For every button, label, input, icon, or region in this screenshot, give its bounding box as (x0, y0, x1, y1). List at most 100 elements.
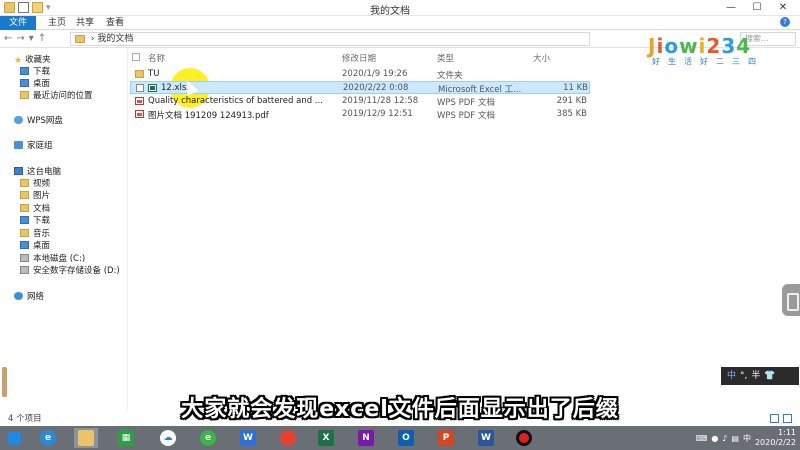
forward-arrow-icon[interactable]: → (16, 33, 24, 44)
desktop-icon (20, 241, 29, 249)
address-bar[interactable]: › 我的文档 (70, 32, 590, 46)
file-date: 2019/12/9 12:51 (342, 109, 413, 119)
start-button[interactable] (2, 428, 26, 448)
browser-icon: e (200, 430, 216, 446)
sidebar-item-recent[interactable]: 最近访问的位置 (20, 90, 93, 102)
file-size: 291 KB (556, 96, 587, 106)
sidebar-item-drive-d[interactable]: 安全数字存储设备 (D:) (20, 265, 120, 277)
document-folder-icon (20, 204, 29, 212)
drive-icon (20, 254, 29, 262)
breadcrumb-chevron: › (90, 34, 95, 44)
keyboard-icon[interactable]: ⌨ (696, 434, 708, 443)
file-type: Microsoft Excel 工... (438, 85, 522, 95)
chevron-down-icon[interactable]: ▾ (29, 33, 34, 44)
qq-icon[interactable]: ● (711, 434, 718, 443)
window-controls: — ☐ ✕ (718, 0, 796, 15)
taskbar-excel[interactable]: X (314, 428, 338, 448)
sidebar-item-videos[interactable]: 视频 (20, 178, 50, 190)
sidebar-item-pictures[interactable]: 图片 (20, 190, 50, 202)
folder-icon (135, 70, 144, 78)
sd-card-icon (20, 266, 29, 274)
ime-punctuation[interactable]: °, (740, 367, 747, 385)
folder-icon[interactable] (4, 2, 15, 13)
volume-icon[interactable]: ♪ (722, 434, 727, 443)
sidebar-item-homegroup[interactable]: 家庭组 (14, 140, 53, 152)
taskbar-explorer[interactable] (74, 428, 98, 448)
taskbar-chrome[interactable] (276, 428, 300, 448)
tab-share[interactable]: 共享 (70, 16, 100, 30)
taskbar-360-browser[interactable]: e (196, 428, 220, 448)
brand-name: Jiowi234 (648, 34, 752, 58)
ime-toolbar[interactable]: 中 °, 半 👕 (721, 367, 799, 385)
taskbar-word[interactable]: W (474, 428, 498, 448)
maximize-button[interactable]: ☐ (744, 0, 770, 15)
file-row-selected[interactable]: 12.xlsx 2020/2/22 0:08 Microsoft Excel 工… (130, 81, 590, 95)
taskbar-store[interactable]: ▦ (114, 428, 138, 448)
wps-icon: W (240, 430, 256, 446)
clock-time: 1:11 (778, 428, 796, 437)
sidebar-item-pc-downloads[interactable]: 下载 (20, 215, 50, 227)
column-header-name[interactable]: 名称 (148, 52, 165, 64)
taskbar-powerpoint[interactable]: P (434, 428, 458, 448)
taskbar-ie[interactable]: e (36, 428, 60, 448)
taskbar-baidu-netdisk[interactable]: ☁ (156, 428, 180, 448)
item-count: 4 个项目 (8, 414, 42, 424)
dropdown-arrow-icon[interactable]: ▾ (46, 3, 51, 13)
clock[interactable]: 1:11 2020/2/22 (755, 428, 796, 448)
close-button[interactable]: ✕ (770, 0, 796, 15)
taskbar-wps[interactable]: W (236, 428, 260, 448)
file-date: 2020/1/9 19:26 (342, 69, 408, 79)
file-size: 385 KB (556, 109, 587, 119)
title-bar: ▾ 我的文档 — ☐ ✕ (0, 0, 800, 17)
tray-ime-language[interactable]: 中 (743, 433, 751, 444)
view-toggle (770, 414, 792, 423)
sidebar-item-desktop[interactable]: 桌面 (20, 78, 50, 90)
sidebar-item-network[interactable]: 网络 (14, 291, 44, 303)
minimize-button[interactable]: — (718, 0, 744, 15)
select-all-checkbox[interactable] (132, 53, 140, 61)
sidebar-item-this-pc[interactable]: 这台电脑 (14, 166, 61, 178)
shirt-icon[interactable]: 👕 (764, 367, 775, 385)
sidebar-item-documents[interactable]: 文档 (20, 203, 50, 215)
nav-buttons: ← → ▾ ↑ (4, 33, 46, 44)
sidebar-item-pc-desktop[interactable]: 桌面 (20, 240, 50, 252)
sidebar-item-downloads[interactable]: 下载 (20, 66, 50, 78)
large-icons-view-icon[interactable] (783, 414, 792, 423)
quick-access-toolbar: ▾ (4, 2, 51, 13)
taskbar-recorder[interactable] (512, 428, 536, 448)
tab-view[interactable]: 查看 (100, 16, 130, 30)
windows-logo-icon (7, 431, 21, 445)
homegroup-icon (14, 141, 23, 149)
ime-width[interactable]: 半 (751, 367, 760, 385)
download-icon (20, 67, 29, 75)
column-header-type[interactable]: 类型 (437, 52, 454, 64)
sidebar-item-wps-cloud[interactable]: WPS网盘 (14, 115, 63, 127)
taskbar-onenote[interactable]: N (354, 428, 378, 448)
column-header-date[interactable]: 修改日期 (342, 52, 376, 64)
brand-logo: Jiowi234 好生活好二三四 (648, 34, 774, 70)
pdf-file-icon (135, 110, 144, 118)
sidebar-item-favorites[interactable]: ★ 收藏夹 (14, 54, 51, 66)
details-view-icon[interactable] (770, 414, 779, 423)
help-icon[interactable]: ? (780, 17, 790, 27)
floating-side-tab[interactable] (782, 284, 800, 316)
up-arrow-icon[interactable]: ↑ (38, 33, 46, 44)
taskbar-outlook[interactable]: O (394, 428, 418, 448)
back-arrow-icon[interactable]: ← (4, 33, 12, 44)
sidebar-item-music[interactable]: 音乐 (20, 228, 50, 240)
network-tray-icon[interactable]: ▤ (731, 434, 739, 443)
new-folder-icon[interactable] (32, 2, 43, 13)
tab-home[interactable]: 主页 (42, 16, 72, 30)
row-checkbox[interactable] (136, 84, 144, 92)
tab-file[interactable]: 文件 (0, 16, 36, 30)
ime-language[interactable]: 中 (727, 367, 736, 385)
properties-icon[interactable] (18, 2, 29, 13)
file-size: 11 KB (563, 83, 588, 93)
file-row[interactable]: Quality characteristics of battered and … (130, 95, 590, 108)
file-row[interactable]: TU 2020/1/9 19:26 文件夹 (130, 68, 590, 81)
sidebar-item-drive-c[interactable]: 本地磁盘 (C:) (20, 253, 85, 265)
file-type: WPS PDF 文档 (437, 111, 495, 121)
file-row[interactable]: 图片文档 191209 124913.pdf 2019/12/9 12:51 W… (130, 108, 590, 121)
breadcrumb[interactable]: 我的文档 (97, 34, 133, 44)
column-header-size[interactable]: 大小 (533, 52, 550, 64)
